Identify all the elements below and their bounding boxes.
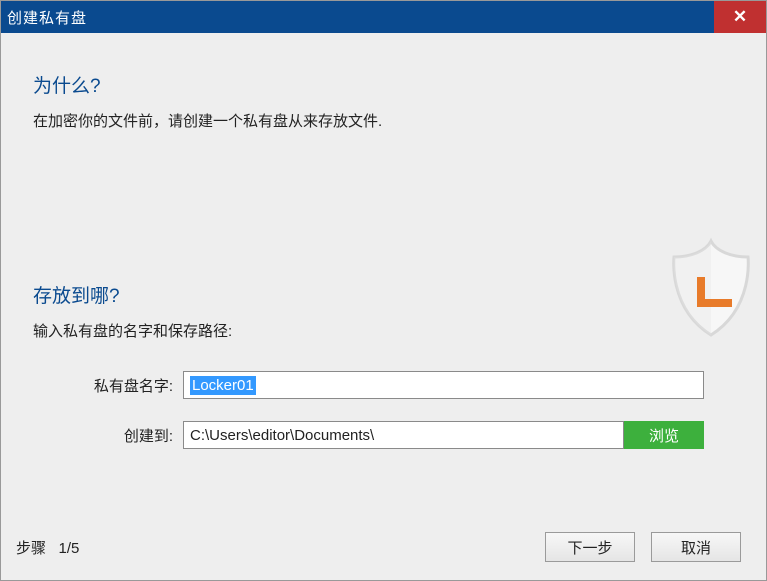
where-text: 输入私有盘的名字和保存路径: [33, 320, 734, 341]
name-label: 私有盘名字: [33, 375, 183, 396]
title-bar: 创建私有盘 ✕ [1, 1, 766, 33]
shield-icon [656, 233, 766, 343]
path-label: 创建到: [33, 425, 183, 446]
path-row: 创建到: 浏览 [33, 421, 734, 449]
content-area: 为什么? 在加密你的文件前，请创建一个私有盘从来存放文件. 存放到哪? 输入私有… [1, 33, 766, 523]
why-text: 在加密你的文件前，请创建一个私有盘从来存放文件. [33, 110, 734, 131]
footer-buttons: 下一步 取消 [545, 532, 741, 562]
close-button[interactable]: ✕ [714, 1, 766, 33]
browse-button[interactable]: 浏览 [624, 421, 704, 449]
cancel-button[interactable]: 取消 [651, 532, 741, 562]
footer: 步骤 1/5 下一步 取消 [1, 522, 766, 580]
name-input[interactable]: Locker01 [183, 371, 704, 399]
section-why: 为什么? 在加密你的文件前，请创建一个私有盘从来存放文件. [33, 71, 734, 131]
step-label: 步骤 [16, 540, 46, 557]
why-heading: 为什么? [33, 71, 734, 98]
step-indicator: 步骤 1/5 [16, 537, 79, 558]
window-title: 创建私有盘 [7, 7, 87, 28]
where-heading: 存放到哪? [33, 281, 734, 308]
path-group: 浏览 [183, 421, 734, 449]
next-button[interactable]: 下一步 [545, 532, 635, 562]
name-value-selected: Locker01 [190, 376, 256, 395]
close-icon: ✕ [733, 7, 747, 27]
section-where: 存放到哪? 输入私有盘的名字和保存路径: [33, 281, 734, 341]
step-value: 1/5 [59, 540, 80, 557]
name-row: 私有盘名字: Locker01 [33, 371, 734, 399]
path-input[interactable] [183, 421, 624, 449]
